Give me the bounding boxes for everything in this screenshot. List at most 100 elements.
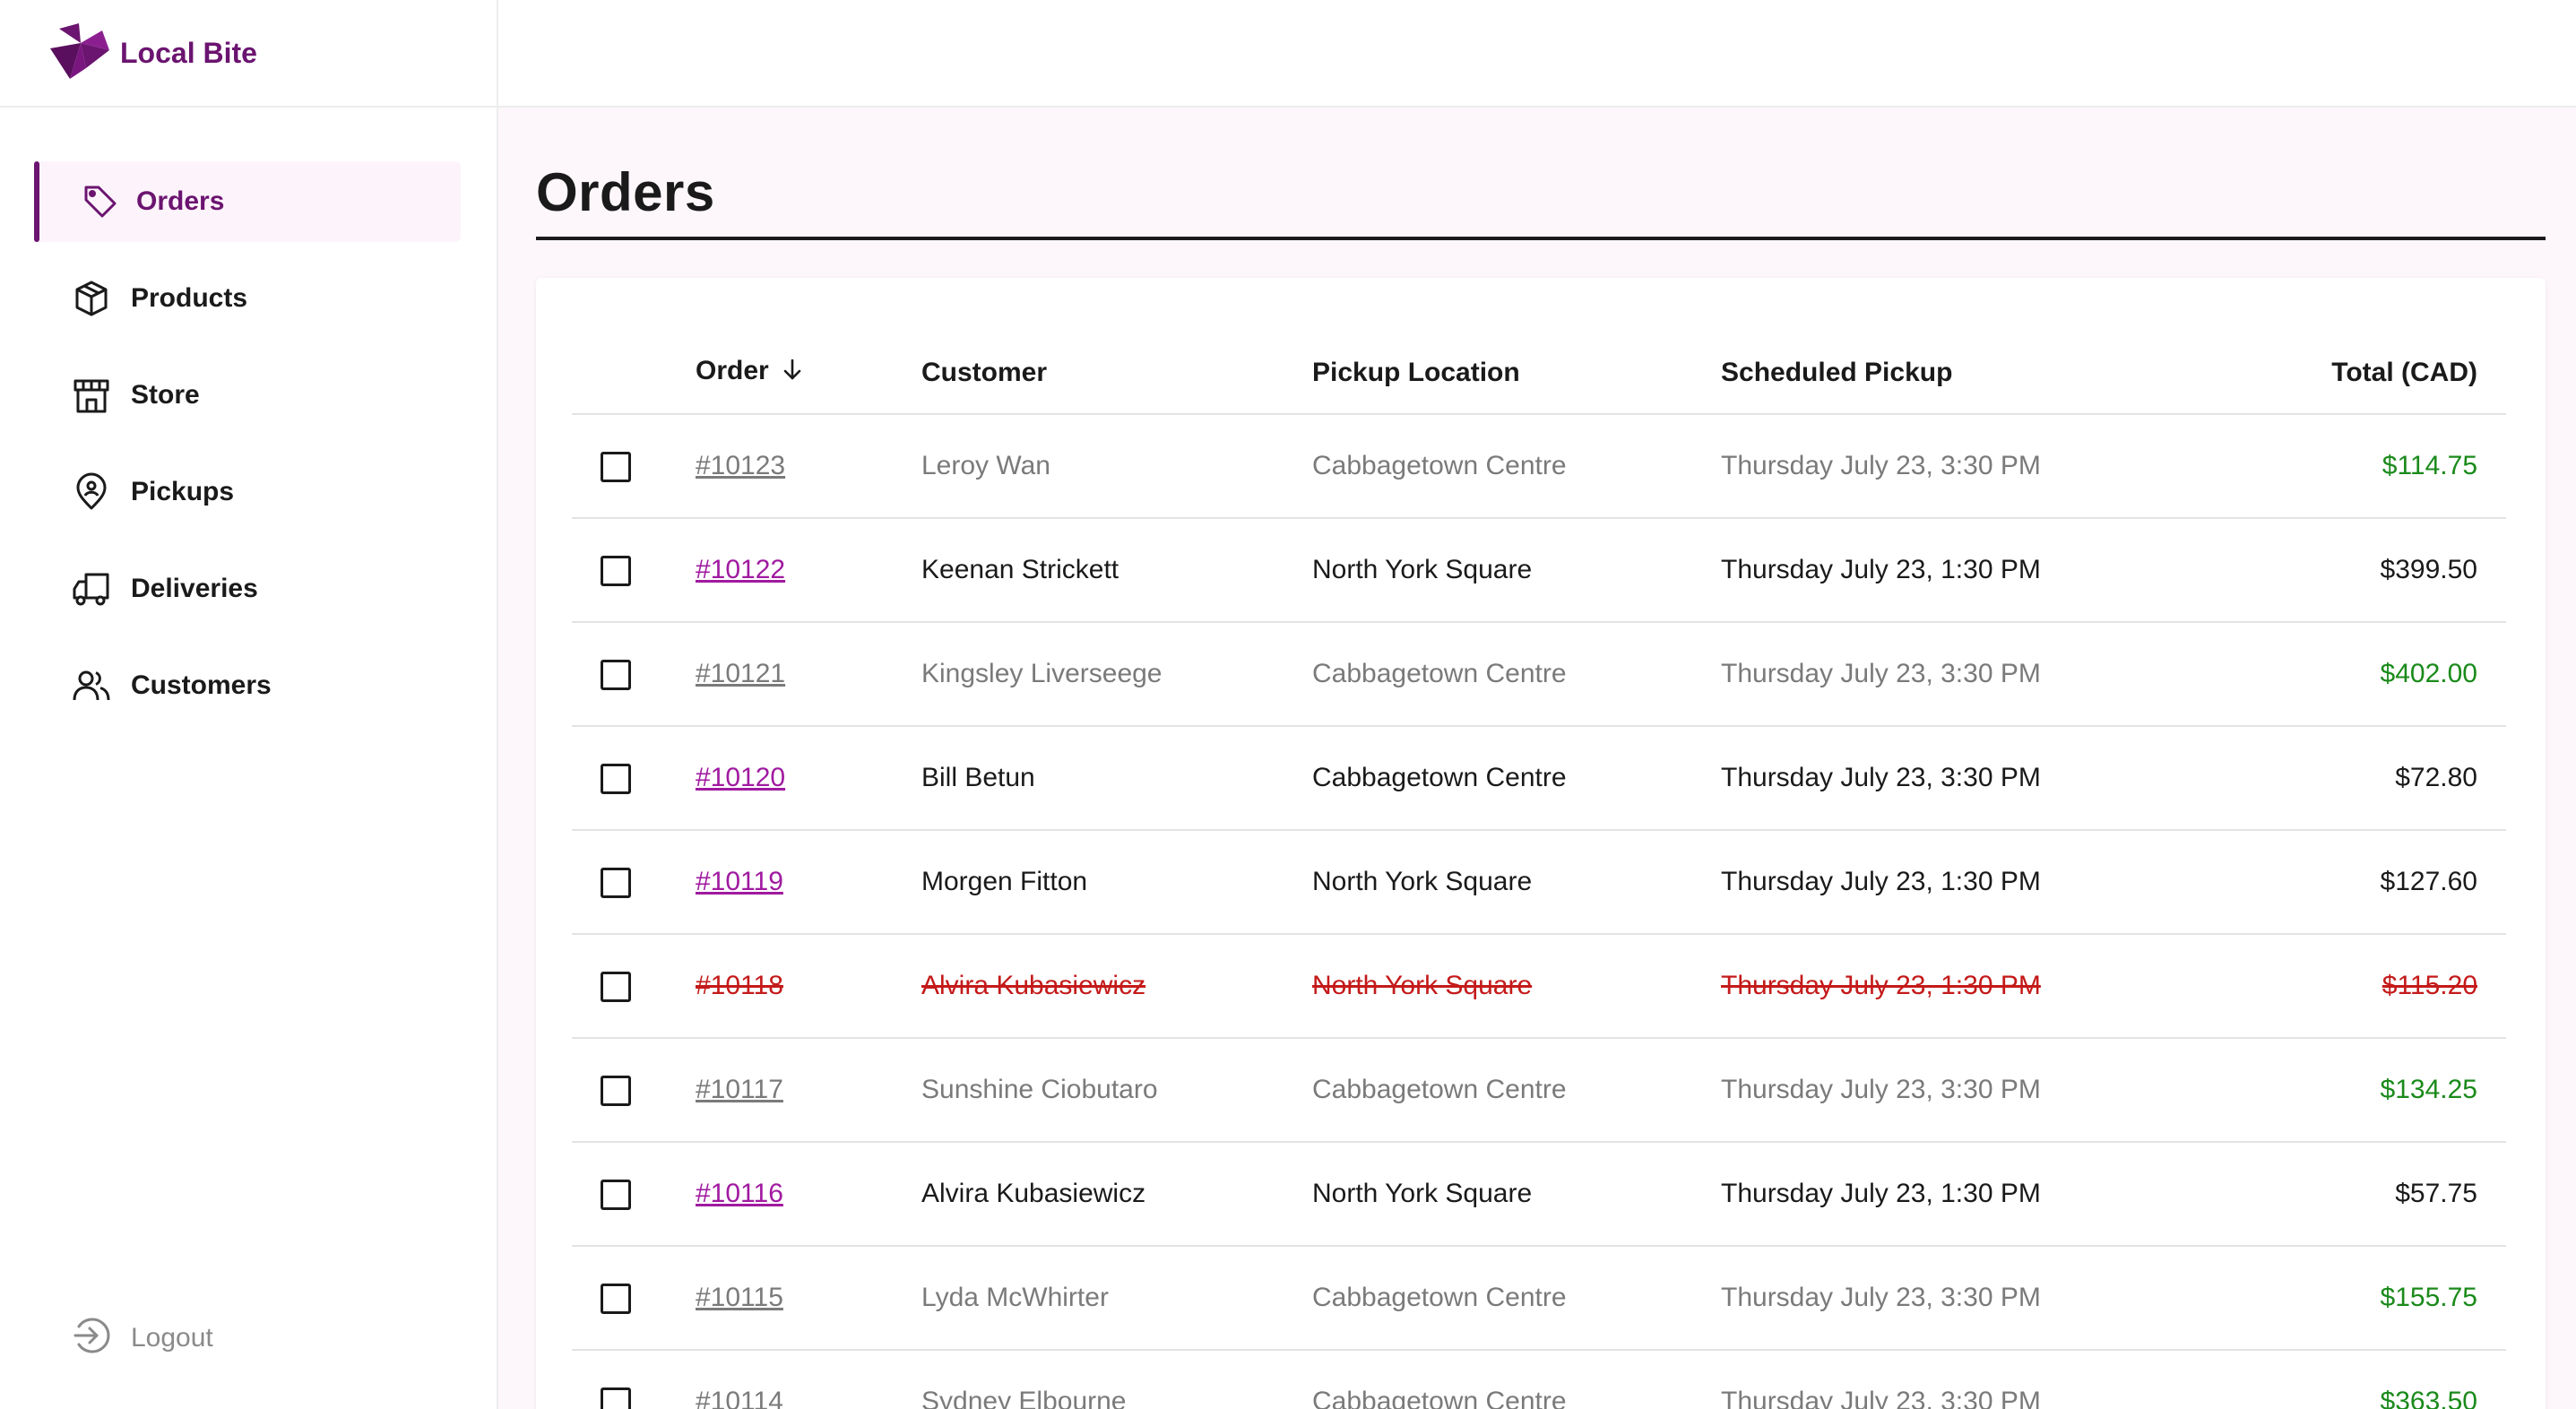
table-row[interactable]: #10120 Bill Betun Cabbagetown Centre Thursd… — [572, 726, 2506, 831]
brand-name: Local Bite — [120, 36, 257, 69]
row-select-cell — [572, 518, 696, 623]
order-number-link[interactable]: #10123 — [696, 451, 785, 480]
row-checkbox[interactable] — [601, 763, 631, 794]
order-number-link[interactable]: #10117 — [696, 1075, 783, 1104]
pickup-location-column-header[interactable]: Pickup Location — [1312, 278, 1721, 415]
table-row[interactable]: #10115 Lyda McWhirter Cabbagetown Centre Th… — [572, 1246, 2506, 1351]
arrow-down-icon[interactable] — [780, 357, 805, 389]
scheduled-pickup-cell: Thursday July 23, 3:30 PM — [1721, 414, 2187, 519]
row-select-cell — [572, 726, 696, 831]
order-number-link[interactable]: #10118 — [696, 971, 783, 1000]
table-row[interactable]: #10117 Sunshine Ciobutaro Cabbagetown Cent… — [572, 1038, 2506, 1143]
customer-cell: Kingsley Liverseege — [921, 622, 1312, 727]
total-cell: $72.80 — [2187, 726, 2506, 831]
order-number-link[interactable]: #10120 — [696, 763, 785, 792]
customer-column-header[interactable]: Customer — [921, 278, 1312, 415]
table-row[interactable]: #10118 Alvira Kubasiewicz North York Squar… — [572, 934, 2506, 1039]
table-row[interactable]: #10114 Sydney Elbourne Cabbagetown Centre T… — [572, 1350, 2506, 1409]
order-cell: #10118 — [696, 934, 921, 1039]
table-header-row: Order Customer Pickup Location Scheduled… — [572, 278, 2506, 415]
table-row[interactable]: #10121 Kingsley Liverseege Cabbagetown Cen… — [572, 622, 2506, 727]
table-row[interactable]: #10122 Keenan Strickett North York Square T… — [572, 518, 2506, 623]
order-cell: #10114 — [696, 1350, 921, 1409]
logout-label: Logout — [131, 1322, 213, 1353]
sidebar-item-label: Pickups — [131, 477, 235, 506]
row-select-cell — [572, 622, 696, 727]
scheduled-pickup-column-header[interactable]: Scheduled Pickup — [1721, 278, 2187, 415]
order-number-link[interactable]: #10119 — [696, 867, 783, 896]
pickup-location-cell: North York Square — [1312, 1142, 1721, 1247]
row-checkbox[interactable] — [601, 867, 631, 898]
order-cell: #10120 — [696, 726, 921, 831]
row-checkbox[interactable] — [601, 1075, 631, 1106]
sidebar-nav: Orders Products Store Pickups Deliveries… — [34, 161, 461, 742]
row-checkbox[interactable] — [601, 1387, 631, 1409]
total-cell: $127.60 — [2187, 830, 2506, 935]
order-number-link[interactable]: #10115 — [696, 1283, 783, 1312]
box-icon — [72, 279, 111, 318]
total-cell: $363.50 — [2187, 1350, 2506, 1409]
sidebar-item-store[interactable]: Store — [34, 355, 461, 436]
row-select-cell — [572, 1142, 696, 1247]
sidebar-item-products[interactable]: Products — [34, 258, 461, 339]
order-number-link[interactable]: #10121 — [696, 659, 785, 688]
order-column-header[interactable]: Order — [696, 278, 921, 415]
sidebar-item-label: Store — [131, 380, 200, 410]
row-select-cell — [572, 934, 696, 1039]
order-cell: #10116 — [696, 1142, 921, 1247]
order-number-link[interactable]: #10122 — [696, 555, 785, 584]
order-cell: #10123 — [696, 414, 921, 519]
sidebar-item-orders[interactable]: Orders — [34, 161, 461, 242]
total-cell: $155.75 — [2187, 1246, 2506, 1351]
table-row[interactable]: #10123 Leroy Wan Cabbagetown Centre Thursda… — [572, 414, 2506, 519]
pickup-location-cell: Cabbagetown Centre — [1312, 1038, 1721, 1143]
row-select-cell — [572, 414, 696, 519]
row-checkbox[interactable] — [601, 971, 631, 1002]
orders-table-card: Order Customer Pickup Location Scheduled… — [536, 278, 2546, 1409]
top-bar — [498, 0, 2576, 108]
sidebar-item-deliveries[interactable]: Deliveries — [34, 549, 461, 629]
users-icon — [72, 666, 111, 705]
page-title: Orders — [536, 162, 715, 222]
total-cell: $402.00 — [2187, 622, 2506, 727]
scheduled-pickup-cell: Thursday July 23, 1:30 PM — [1721, 1142, 2187, 1247]
scheduled-pickup-cell: Thursday July 23, 3:30 PM — [1721, 622, 2187, 727]
order-cell: #10119 — [696, 830, 921, 935]
main-content: Orders Order Customer Pickup Location Sc… — [498, 108, 2576, 1409]
total-cell: $399.50 — [2187, 518, 2506, 623]
row-checkbox[interactable] — [601, 555, 631, 586]
title-divider — [536, 237, 2546, 240]
row-checkbox[interactable] — [601, 1179, 631, 1210]
customer-cell: Sunshine Ciobutaro — [921, 1038, 1312, 1143]
brand[interactable]: Local Bite — [0, 0, 497, 108]
sidebar-item-pickups[interactable]: Pickups — [34, 452, 461, 532]
order-number-link[interactable]: #10114 — [696, 1387, 783, 1409]
tag-icon — [81, 182, 120, 221]
row-select-cell — [572, 1350, 696, 1409]
table-row[interactable]: #10116 Alvira Kubasiewicz North York Squar… — [572, 1142, 2506, 1247]
sidebar: Local Bite Orders Products Store Pickups… — [0, 0, 498, 1409]
map-pin-icon — [72, 472, 111, 512]
total-cell: $115.20 — [2187, 934, 2506, 1039]
order-number-link[interactable]: #10116 — [696, 1179, 783, 1208]
scheduled-pickup-cell: Thursday July 23, 1:30 PM — [1721, 934, 2187, 1039]
sidebar-item-customers[interactable]: Customers — [34, 645, 461, 726]
total-column-header[interactable]: Total (CAD) — [2187, 278, 2506, 415]
pickup-location-cell: Cabbagetown Centre — [1312, 726, 1721, 831]
scheduled-pickup-cell: Thursday July 23, 1:30 PM — [1721, 518, 2187, 623]
row-checkbox[interactable] — [601, 451, 631, 482]
row-checkbox[interactable] — [601, 1283, 631, 1314]
total-cell: $134.25 — [2187, 1038, 2506, 1143]
logout-button[interactable]: Logout — [72, 1316, 213, 1360]
customer-cell: Sydney Elbourne — [921, 1350, 1312, 1409]
pickup-location-cell: Cabbagetown Centre — [1312, 1246, 1721, 1351]
customer-cell: Bill Betun — [921, 726, 1312, 831]
local-bite-logo-icon — [50, 22, 109, 83]
table-row[interactable]: #10119 Morgen Fitton North York Square Thur… — [572, 830, 2506, 935]
customer-cell: Alvira Kubasiewicz — [921, 1142, 1312, 1247]
order-cell: #10115 — [696, 1246, 921, 1351]
pickup-location-cell: Cabbagetown Centre — [1312, 1350, 1721, 1409]
scheduled-pickup-cell: Thursday July 23, 3:30 PM — [1721, 1038, 2187, 1143]
customer-cell: Keenan Strickett — [921, 518, 1312, 623]
row-checkbox[interactable] — [601, 659, 631, 690]
